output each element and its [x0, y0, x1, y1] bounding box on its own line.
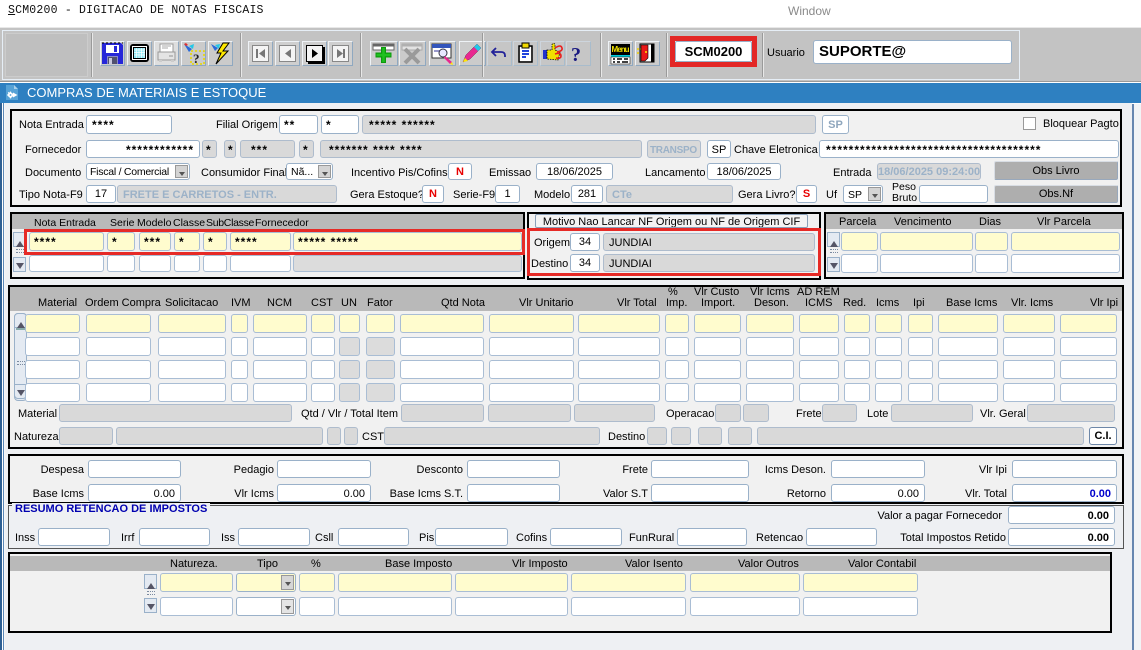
svg-text:?: ? [571, 44, 581, 65]
svg-text:?: ? [193, 51, 200, 65]
svg-text:Menu: Menu [612, 45, 630, 54]
